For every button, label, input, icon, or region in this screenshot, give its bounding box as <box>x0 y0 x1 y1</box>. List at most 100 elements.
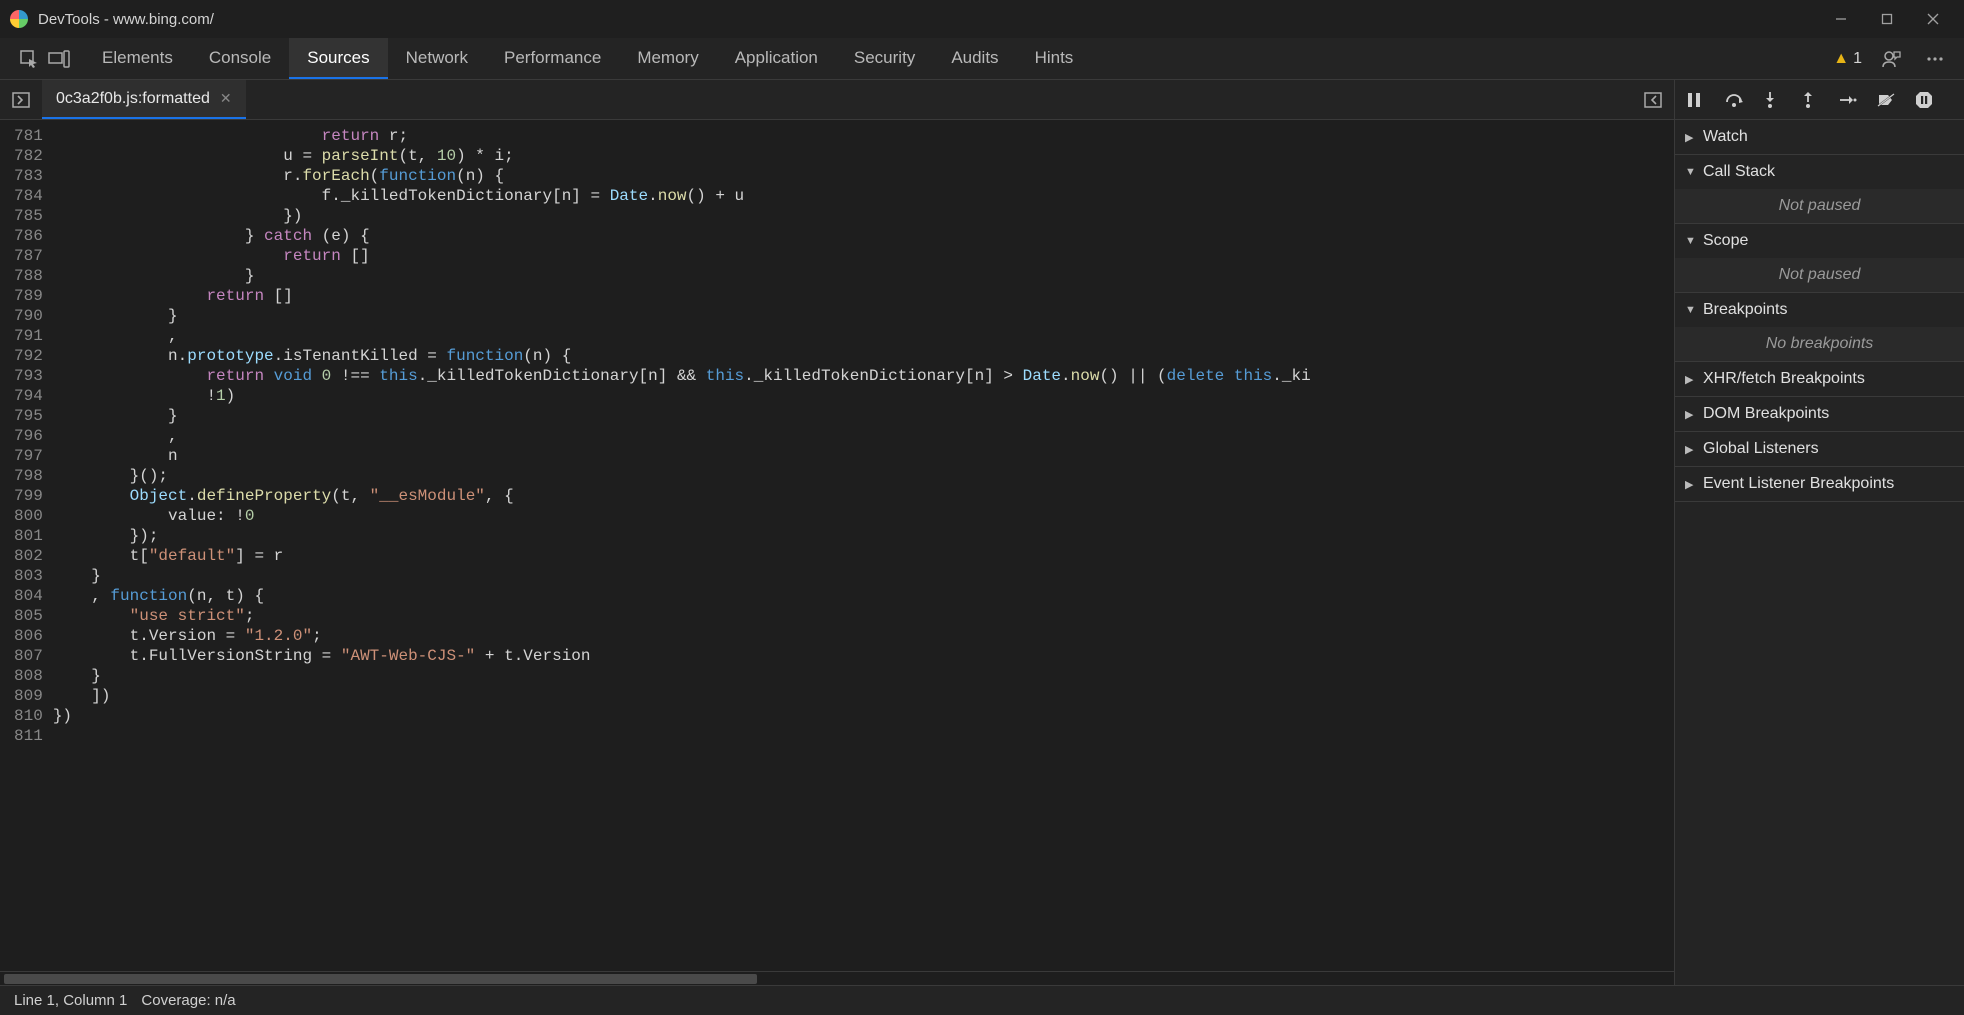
debugger-section-xhr-fetch-breakpoints[interactable]: ▶XHR/fetch Breakpoints <box>1675 362 1964 396</box>
toolbar-tab-elements[interactable]: Elements <box>84 38 191 79</box>
code-line: r.forEach(function(n) { <box>53 166 1674 186</box>
toolbar-tab-performance[interactable]: Performance <box>486 38 619 79</box>
toolbar-tab-network[interactable]: Network <box>388 38 486 79</box>
section-label: Scope <box>1703 232 1748 250</box>
toolbar-tab-memory[interactable]: Memory <box>619 38 716 79</box>
code-line: ]) <box>53 686 1674 706</box>
code-line: value: !0 <box>53 506 1674 526</box>
line-gutter: 781 782 783 784 785 786 787 788 789 790 … <box>0 120 53 971</box>
code-line: }) <box>53 206 1674 226</box>
file-tab-label: 0c3a2f0b.js:formatted <box>56 90 210 108</box>
chevron-right-icon: ▶ <box>1685 443 1697 456</box>
file-tabbar: 0c3a2f0b.js:formatted ✕ <box>0 80 1674 120</box>
debugger-section-event-listener-breakpoints[interactable]: ▶ Event Listener Breakpoints <box>1675 467 1964 501</box>
code-line: } <box>53 306 1674 326</box>
code-editor[interactable]: 781 782 783 784 785 786 787 788 789 790 … <box>0 120 1674 971</box>
step-out-button[interactable] <box>1801 91 1821 109</box>
code-line: , <box>53 426 1674 446</box>
window-minimize-button[interactable] <box>1818 3 1864 35</box>
window-maximize-button[interactable] <box>1864 3 1910 35</box>
code-line: } <box>53 666 1674 686</box>
section-body: Not paused <box>1675 258 1964 292</box>
code-line: n.prototype.isTenantKilled = function(n)… <box>53 346 1674 366</box>
code-line: } <box>53 266 1674 286</box>
chevron-down-icon: ▼ <box>1685 304 1697 316</box>
code-line: return [] <box>53 286 1674 306</box>
debugger-section-scope[interactable]: ▼ Scope <box>1675 224 1964 258</box>
chevron-right-icon: ▶ <box>1685 408 1697 421</box>
section-body: No breakpoints <box>1675 327 1964 361</box>
section-label: Call Stack <box>1703 163 1775 181</box>
debugger-section-dom-breakpoints[interactable]: ▶ DOM Breakpoints <box>1675 397 1964 431</box>
horizontal-scrollbar[interactable] <box>0 971 1674 985</box>
toolbar-tab-hints[interactable]: Hints <box>1017 38 1092 79</box>
debugger-section-call-stack[interactable]: ▼ Call Stack <box>1675 155 1964 189</box>
code-line: , <box>53 326 1674 346</box>
file-tab[interactable]: 0c3a2f0b.js:formatted ✕ <box>42 80 246 119</box>
code-line: Object.defineProperty(t, "__esModule", { <box>53 486 1674 506</box>
step-button[interactable] <box>1839 93 1859 107</box>
code-line: t.FullVersionString = "AWT-Web-CJS-" + t… <box>53 646 1674 666</box>
section-body: Not paused <box>1675 189 1964 223</box>
debugger-section-breakpoints[interactable]: ▼Breakpoints <box>1675 293 1964 327</box>
section-label: Global Listeners <box>1703 440 1819 458</box>
warning-icon: ▲ <box>1833 50 1849 68</box>
devtools-toolbar: ElementsConsoleSourcesNetworkPerformance… <box>0 38 1964 80</box>
debugger-section-watch[interactable]: ▶Watch <box>1675 120 1964 154</box>
step-into-button[interactable] <box>1763 91 1783 109</box>
code-line: }); <box>53 526 1674 546</box>
show-debugger-button[interactable] <box>1632 80 1674 119</box>
pause-on-exceptions-button[interactable] <box>1915 91 1935 109</box>
feedback-icon[interactable] <box>1876 44 1906 74</box>
code-line: !1) <box>53 386 1674 406</box>
status-bar: Line 1, Column 1 Coverage: n/a <box>0 985 1964 1015</box>
show-navigator-button[interactable] <box>0 80 42 119</box>
window-title: DevTools - www.bing.com/ <box>38 11 214 28</box>
section-label: XHR/fetch Breakpoints <box>1703 370 1865 388</box>
code-line: "use strict"; <box>53 606 1674 626</box>
code-line: }) <box>53 706 1674 726</box>
window-titlebar: DevTools - www.bing.com/ <box>0 0 1964 38</box>
app-icon <box>10 10 28 28</box>
toolbar-tab-sources[interactable]: Sources <box>289 38 387 79</box>
code-line: return [] <box>53 246 1674 266</box>
debugger-toolbar <box>1675 80 1964 120</box>
toolbar-tab-audits[interactable]: Audits <box>933 38 1016 79</box>
cursor-position: Line 1, Column 1 <box>14 992 127 1009</box>
code-line: return void 0 !== this._killedTokenDicti… <box>53 366 1674 386</box>
toolbar-tab-console[interactable]: Console <box>191 38 289 79</box>
device-toolbar-icon[interactable] <box>44 44 74 74</box>
code-line: } <box>53 406 1674 426</box>
deactivate-breakpoints-button[interactable] <box>1877 92 1897 108</box>
chevron-down-icon: ▼ <box>1685 166 1697 178</box>
code-line: , function(n, t) { <box>53 586 1674 606</box>
close-icon[interactable]: ✕ <box>220 90 232 107</box>
warnings-indicator[interactable]: ▲ 1 <box>1833 50 1862 68</box>
chevron-right-icon: ▶ <box>1685 131 1697 144</box>
section-label: DOM Breakpoints <box>1703 405 1829 423</box>
pause-button[interactable] <box>1687 92 1707 108</box>
debugger-section-global-listeners[interactable]: ▶ Global Listeners <box>1675 432 1964 466</box>
code-line: t["default"] = r <box>53 546 1674 566</box>
chevron-right-icon: ▶ <box>1685 478 1697 491</box>
inspect-element-icon[interactable] <box>14 44 44 74</box>
code-line: f._killedTokenDictionary[n] = Date.now()… <box>53 186 1674 206</box>
toolbar-tab-application[interactable]: Application <box>717 38 836 79</box>
code-line: }(); <box>53 466 1674 486</box>
more-options-icon[interactable] <box>1920 44 1950 74</box>
code-line: t.Version = "1.2.0"; <box>53 626 1674 646</box>
code-line: } catch (e) { <box>53 226 1674 246</box>
debugger-pane: ▶Watch ▼ Call Stack Not paused ▼ Scope Not pau… <box>1674 80 1964 985</box>
coverage-status: Coverage: n/a <box>141 992 235 1009</box>
code-line: n <box>53 446 1674 466</box>
section-label: Event Listener Breakpoints <box>1703 475 1894 493</box>
toolbar-tab-security[interactable]: Security <box>836 38 933 79</box>
code-line: u = parseInt(t, 10) * i; <box>53 146 1674 166</box>
window-close-button[interactable] <box>1910 3 1956 35</box>
code-line: } <box>53 566 1674 586</box>
step-over-button[interactable] <box>1725 92 1745 108</box>
scrollbar-thumb[interactable] <box>4 974 757 984</box>
warning-count: 1 <box>1853 50 1862 68</box>
code-content[interactable]: return r; u = parseInt(t, 10) * i; r.for… <box>53 120 1674 971</box>
chevron-down-icon: ▼ <box>1685 235 1697 247</box>
